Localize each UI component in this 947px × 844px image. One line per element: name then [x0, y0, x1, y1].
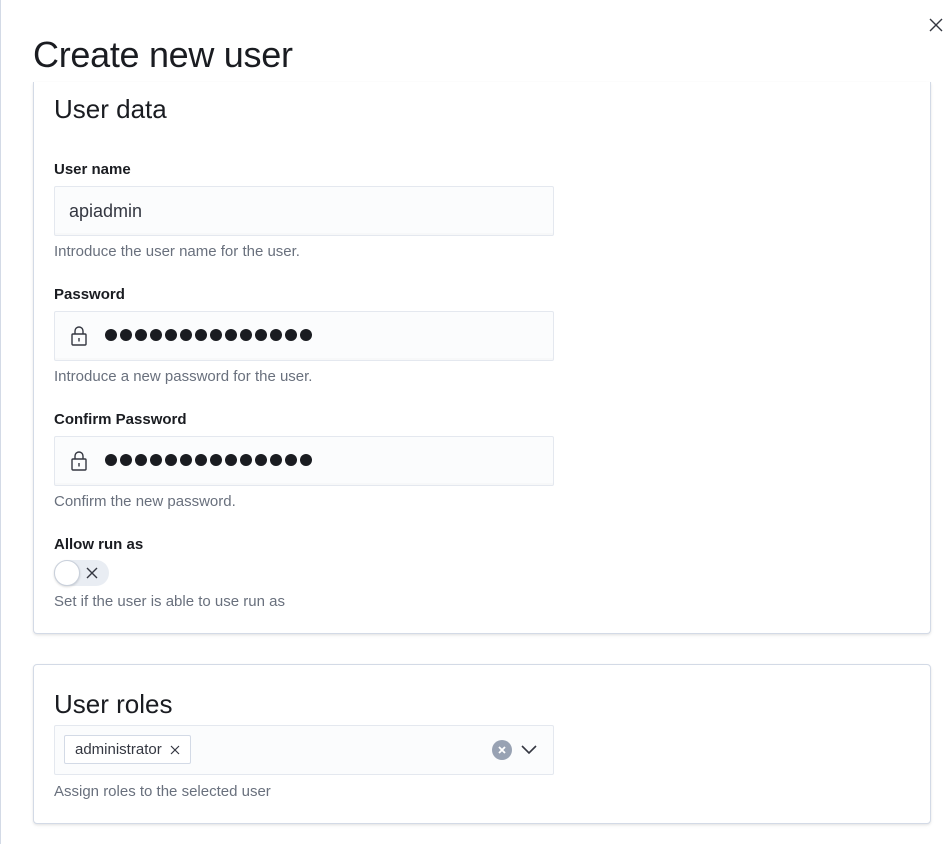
mask-dot — [180, 454, 192, 466]
role-pill: administrator — [64, 735, 191, 764]
mask-dot — [120, 454, 132, 466]
password-masked-value — [105, 326, 312, 341]
mask-dot — [135, 454, 147, 466]
mask-dot — [300, 329, 312, 341]
mask-dot — [165, 329, 177, 341]
mask-dot — [195, 329, 207, 341]
mask-dot — [195, 454, 207, 466]
mask-dot — [135, 329, 147, 341]
role-pill-label: administrator — [75, 741, 162, 758]
mask-dot — [300, 454, 312, 466]
user-data-title: User data — [54, 94, 167, 124]
username-value: apiadmin — [69, 201, 143, 221]
mask-dot — [255, 454, 267, 466]
password-help: Introduce a new password for the user. — [54, 368, 313, 385]
close-icon — [929, 18, 943, 32]
roles-combobox[interactable]: administrator — [54, 725, 554, 775]
remove-role-icon[interactable] — [170, 745, 180, 755]
mask-dot — [285, 454, 297, 466]
mask-dot — [210, 454, 222, 466]
confirm-password-masked-value — [105, 451, 312, 466]
password-label: Password — [54, 286, 125, 303]
mask-dot — [150, 454, 162, 466]
mask-dot — [210, 329, 222, 341]
clear-circle-icon[interactable] — [492, 740, 512, 760]
mask-dot — [120, 329, 132, 341]
mask-dot — [165, 454, 177, 466]
chevron-down-icon[interactable] — [520, 741, 538, 759]
user-roles-title: User roles — [54, 689, 173, 719]
user-roles-panel: User roles administrator Assign roles to… — [33, 664, 931, 824]
mask-dot — [225, 329, 237, 341]
password-field[interactable] — [54, 311, 554, 361]
cross-icon — [86, 567, 98, 579]
run-as-toggle[interactable] — [54, 560, 109, 586]
create-user-flyout: Create new user User data User name apia… — [0, 0, 947, 844]
lock-icon — [71, 451, 87, 471]
username-help: Introduce the user name for the user. — [54, 243, 300, 260]
user-data-panel: User data User name apiadmin Introduce t… — [33, 82, 931, 634]
confirm-password-help: Confirm the new password. — [54, 493, 236, 510]
confirm-password-label: Confirm Password — [54, 411, 187, 428]
mask-dot — [105, 454, 117, 466]
page-title: Create new user — [33, 34, 293, 75]
username-label: User name — [54, 161, 131, 178]
mask-dot — [225, 454, 237, 466]
lock-icon — [71, 326, 87, 346]
mask-dot — [255, 329, 267, 341]
mask-dot — [150, 329, 162, 341]
mask-dot — [240, 454, 252, 466]
run-as-label: Allow run as — [54, 536, 144, 553]
roles-help: Assign roles to the selected user — [54, 783, 271, 800]
confirm-password-field[interactable] — [54, 436, 554, 486]
run-as-help: Set if the user is able to use run as — [54, 593, 285, 610]
mask-dot — [270, 329, 282, 341]
mask-dot — [240, 329, 252, 341]
close-button[interactable] — [925, 14, 947, 36]
username-field[interactable]: apiadmin — [54, 186, 554, 236]
mask-dot — [285, 329, 297, 341]
mask-dot — [105, 329, 117, 341]
mask-dot — [180, 329, 192, 341]
mask-dot — [270, 454, 282, 466]
toggle-knob — [54, 560, 80, 586]
